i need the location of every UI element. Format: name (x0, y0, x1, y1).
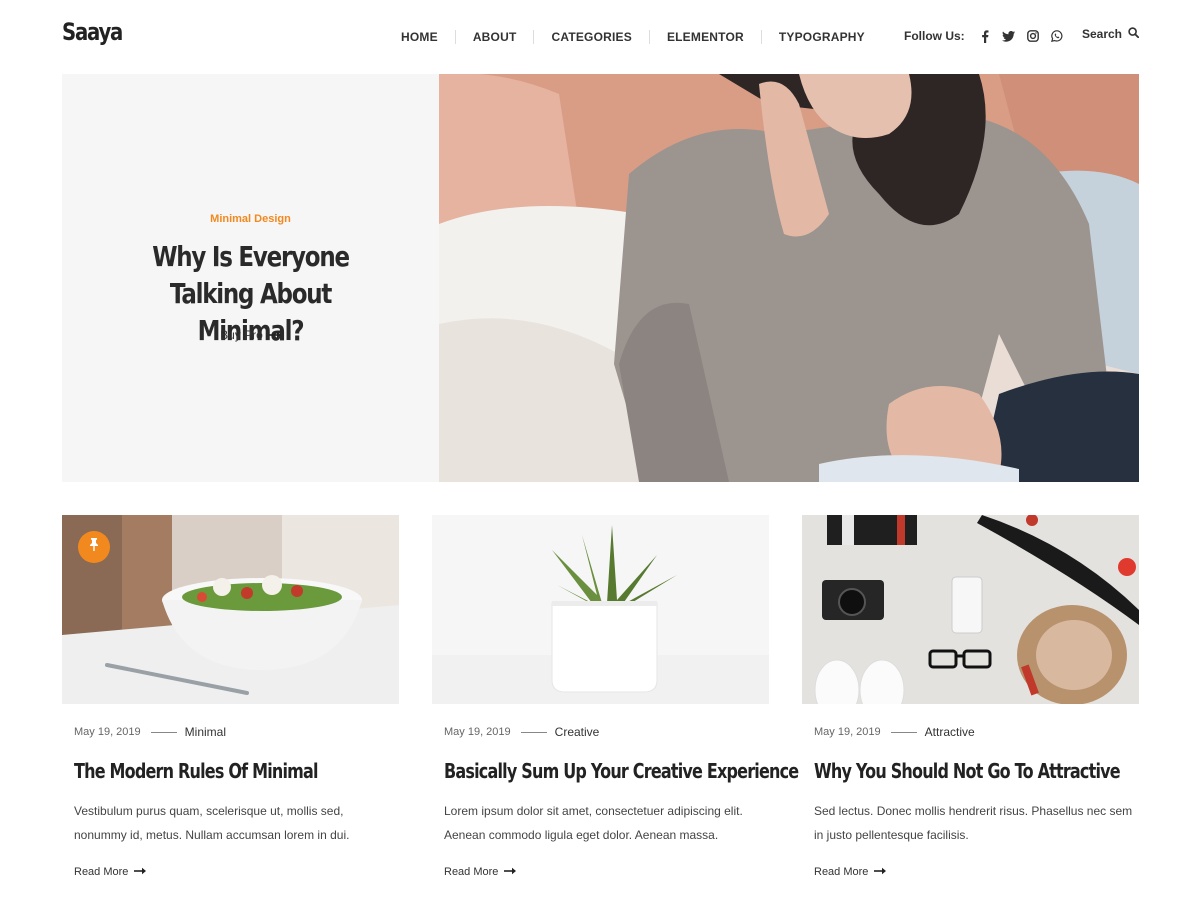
post-title[interactable]: The Modern Rules Of Minimal (74, 759, 410, 783)
post-image-plant[interactable] (432, 515, 769, 704)
read-more-label: Read More (444, 866, 499, 878)
follow-label: Follow Us: (904, 29, 965, 43)
post-excerpt: Sed lectus. Donec mollis hendrerit risus… (814, 804, 1133, 842)
hero-image[interactable] (439, 74, 1139, 482)
post-card: May 19, 2019 Minimal The Modern Rules Of… (62, 515, 399, 878)
post-meta: May 19, 2019 Minimal (74, 725, 226, 739)
post-card: May 19, 2019 Creative Basically Sum Up Y… (432, 515, 799, 878)
post-title[interactable]: Basically Sum Up Your Creative Experienc… (444, 759, 799, 783)
search-label: Search (1081, 27, 1122, 41)
post-category-link[interactable]: Attractive (925, 725, 975, 739)
arrow-right-icon (268, 328, 281, 342)
post-meta: May 19, 2019 Attractive (814, 725, 975, 739)
read-more-label: Read More (74, 866, 129, 878)
meta-divider (150, 731, 177, 733)
nav-item-elementor[interactable]: ELEMENTOR (650, 30, 761, 44)
pin-icon (89, 538, 99, 556)
nav-item-home[interactable]: HOME (384, 30, 455, 44)
meta-divider (890, 731, 917, 733)
arrow-right-icon (134, 866, 147, 878)
instagram-icon[interactable] (1021, 29, 1045, 43)
main-nav: HOME ABOUT CATEGORIES ELEMENTOR TYPOGRAP… (384, 30, 882, 44)
twitter-icon[interactable] (997, 29, 1021, 43)
post-title[interactable]: Why You Should Not Go To Attractive (814, 759, 1150, 783)
read-more-link[interactable]: Read More (814, 866, 887, 878)
nav-item-categories[interactable]: CATEGORIES (534, 30, 648, 44)
post-excerpt: Vestibulum purus quam, scelerisque ut, m… (74, 804, 350, 842)
search-icon (1128, 27, 1140, 41)
post-excerpt: Lorem ipsum dolor sit amet, consectetuer… (444, 804, 743, 842)
post-meta: May 19, 2019 Creative (444, 725, 599, 739)
read-more-label: Read More (814, 866, 869, 878)
post-date[interactable]: May 19, 2019 (74, 726, 141, 738)
sticky-pin-badge (78, 531, 110, 563)
post-date[interactable]: May 19, 2019 (444, 726, 511, 738)
hero-category-link[interactable]: Minimal Design (62, 213, 439, 225)
post-date[interactable]: May 19, 2019 (814, 726, 881, 738)
search-button[interactable]: Search (1081, 27, 1140, 41)
follow-us: Follow Us: (904, 29, 1069, 43)
post-category-link[interactable]: Minimal (185, 725, 226, 739)
site-header: Saaya HOME ABOUT CATEGORIES ELEMENTOR TY… (62, 0, 1140, 72)
hero-featured-post: Minimal Design Why Is Everyone Talking A… (62, 74, 1139, 482)
site-logo[interactable]: Saaya (62, 18, 123, 46)
buy-pro-button[interactable]: Buy Pro (62, 328, 439, 342)
read-more-link[interactable]: Read More (74, 866, 147, 878)
nav-item-about[interactable]: ABOUT (456, 30, 534, 44)
arrow-right-icon (504, 866, 517, 878)
buy-pro-label: Buy Pro (220, 328, 263, 342)
facebook-icon[interactable] (973, 29, 997, 43)
nav-item-typography[interactable]: TYPOGRAPHY (762, 30, 882, 44)
read-more-link[interactable]: Read More (444, 866, 517, 878)
post-category-link[interactable]: Creative (555, 725, 600, 739)
whatsapp-icon[interactable] (1045, 29, 1069, 43)
post-card: May 19, 2019 Attractive Why You Should N… (802, 515, 1139, 878)
arrow-right-icon (874, 866, 887, 878)
hero-text-panel: Minimal Design Why Is Everyone Talking A… (62, 74, 439, 482)
post-image-flatlay[interactable] (802, 515, 1139, 704)
post-image-salad[interactable] (62, 515, 399, 704)
meta-divider (520, 731, 547, 733)
